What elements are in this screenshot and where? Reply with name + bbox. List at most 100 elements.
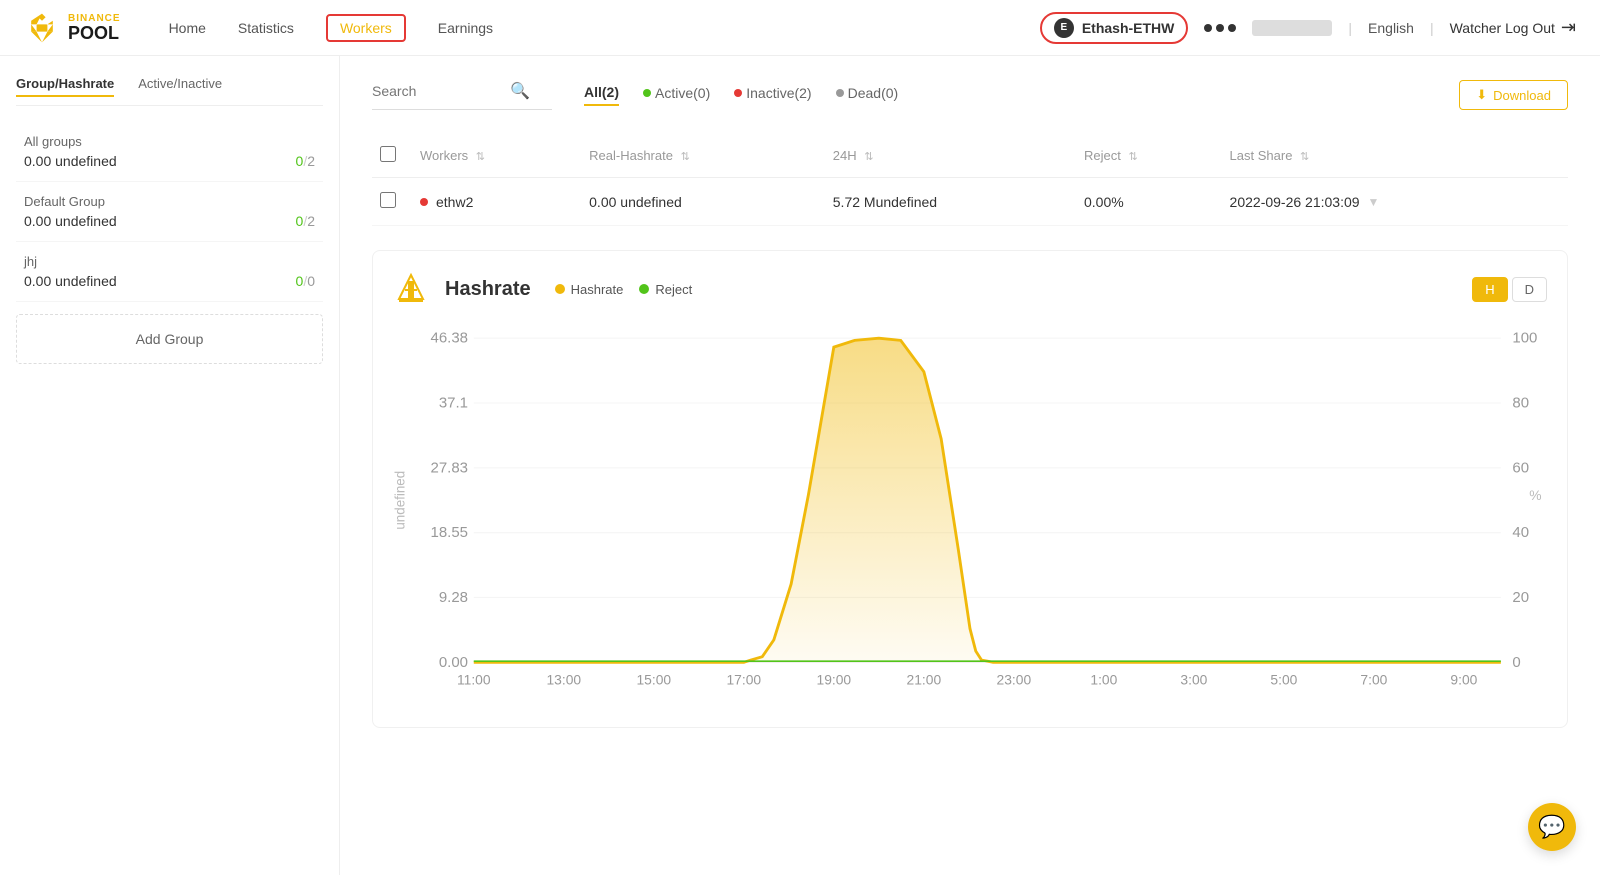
- worker-name-cell: ethw2: [412, 178, 581, 226]
- sidebar-tab-active-inactive[interactable]: Active/Inactive: [138, 76, 222, 97]
- expand-icon[interactable]: ▼: [1368, 195, 1380, 209]
- svg-text:100: 100: [1512, 331, 1537, 347]
- download-label: Download: [1493, 88, 1551, 103]
- coin-selector-icon: E: [1054, 18, 1074, 38]
- sidebar-group-jhj-hashrate: 0.00 undefined: [24, 273, 117, 289]
- svg-text:undefined: undefined: [393, 471, 408, 530]
- last-share-value: 2022-09-26 21:03:09: [1230, 194, 1360, 210]
- nav-links: Home Statistics Workers Earnings: [169, 14, 494, 42]
- legend-reject-label: Reject: [655, 282, 692, 297]
- filter-tab-dead-label: Dead(0): [848, 85, 899, 101]
- logout-icon: ⇥: [1561, 17, 1576, 38]
- filter-tab-dead[interactable]: Dead(0): [836, 84, 899, 106]
- th-real-hashrate: Real-Hashrate ⇅: [581, 134, 825, 178]
- sidebar-group-default-name: Default Group: [24, 194, 315, 209]
- legend-reject-dot: [639, 284, 649, 294]
- nav-workers[interactable]: Workers: [326, 14, 406, 42]
- sidebar-group-all[interactable]: All groups 0.00 undefined 0/2: [16, 122, 323, 182]
- filter-tab-active-label: Active(0): [655, 85, 710, 101]
- sidebar-tabs: Group/Hashrate Active/Inactive: [16, 76, 323, 106]
- select-all-checkbox[interactable]: [380, 146, 396, 162]
- legend-hashrate: Hashrate: [555, 282, 624, 297]
- sidebar-group-jhj[interactable]: jhj 0.00 undefined 0/0: [16, 242, 323, 302]
- nav-statistics[interactable]: Statistics: [238, 20, 294, 36]
- chart-svg: 46.38 37.1 27.83 18.55 9.28 0.00 undefin…: [393, 327, 1547, 707]
- svg-text:13:00: 13:00: [546, 673, 581, 688]
- svg-text:9:00: 9:00: [1450, 673, 1477, 688]
- chart-section-icon: [393, 271, 429, 307]
- row-checkbox-cell: [372, 178, 412, 226]
- sidebar-group-jhj-count: 0/0: [296, 273, 315, 289]
- th-workers: Workers ⇅: [412, 134, 581, 178]
- svg-text:37.1: 37.1: [439, 396, 468, 412]
- chart-title: Hashrate: [445, 278, 531, 301]
- worker-last-share: 2022-09-26 21:03:09 ▼: [1222, 178, 1568, 226]
- svg-text:%: %: [1529, 488, 1541, 503]
- user-menu-icon[interactable]: [1204, 24, 1236, 32]
- chart-section: Hashrate Hashrate Reject H D: [372, 250, 1568, 728]
- worker-24h: 5.72 Mundefined: [825, 178, 1076, 226]
- chart-container: 46.38 37.1 27.83 18.55 9.28 0.00 undefin…: [393, 327, 1547, 707]
- sidebar-group-jhj-name: jhj: [24, 254, 315, 269]
- nav-home[interactable]: Home: [169, 20, 206, 36]
- legend-hashrate-dot: [555, 284, 565, 294]
- svg-text:0.00: 0.00: [439, 655, 468, 671]
- language-selector[interactable]: English: [1368, 20, 1414, 36]
- sidebar-group-all-hashrate: 0.00 undefined: [24, 153, 117, 169]
- dead-dot: [836, 89, 844, 97]
- svg-text:20: 20: [1512, 590, 1529, 606]
- sidebar-group-default-count: 0/2: [296, 213, 315, 229]
- search-box: 🔍: [372, 81, 552, 110]
- th-reject: Reject ⇅: [1076, 134, 1222, 178]
- real-hashrate-sort-icon[interactable]: ⇅: [681, 150, 690, 163]
- legend-reject: Reject: [639, 282, 692, 297]
- period-btn-H[interactable]: H: [1472, 277, 1507, 302]
- th-last-share: Last Share ⇅: [1222, 134, 1568, 178]
- coin-selector-name: Ethash-ETHW: [1082, 20, 1175, 36]
- svg-text:19:00: 19:00: [817, 673, 852, 688]
- coin-selector[interactable]: E Ethash-ETHW: [1040, 12, 1189, 44]
- svg-text:9.28: 9.28: [439, 590, 468, 606]
- filter-tab-active[interactable]: Active(0): [643, 84, 710, 106]
- svg-text:1:00: 1:00: [1090, 673, 1117, 688]
- legend-hashrate-label: Hashrate: [571, 282, 624, 297]
- svg-text:3:00: 3:00: [1180, 673, 1207, 688]
- svg-text:60: 60: [1512, 460, 1529, 476]
- search-icon[interactable]: 🔍: [510, 81, 530, 101]
- filter-tabs: All(2) Active(0) Inactive(2) Dead(0): [584, 84, 898, 106]
- chat-fab-icon: 💬: [1538, 814, 1565, 840]
- table-row: ethw2 0.00 undefined 5.72 Mundefined 0.0…: [372, 178, 1568, 226]
- main-content: 🔍 All(2) Active(0) Inactive(2) Dead(0): [340, 56, 1600, 875]
- reject-sort-icon[interactable]: ⇅: [1128, 150, 1137, 163]
- filter-tab-all[interactable]: All(2): [584, 84, 619, 106]
- th-checkbox: [372, 134, 412, 178]
- svg-text:27.83: 27.83: [431, 460, 469, 476]
- last-share-sort-icon[interactable]: ⇅: [1300, 150, 1309, 163]
- logo-binance-text: BINANCE: [68, 14, 121, 24]
- sidebar-group-all-name: All groups: [24, 134, 315, 149]
- add-group-button[interactable]: Add Group: [16, 314, 323, 364]
- svg-text:23:00: 23:00: [997, 673, 1032, 688]
- 24h-sort-icon[interactable]: ⇅: [864, 150, 873, 163]
- nav-earnings[interactable]: Earnings: [438, 20, 493, 36]
- inactive-dot: [734, 89, 742, 97]
- download-icon: ⬇: [1476, 87, 1487, 103]
- svg-text:11:00: 11:00: [457, 673, 491, 688]
- worker-name[interactable]: ethw2: [436, 194, 473, 210]
- sidebar-tab-group-hashrate[interactable]: Group/Hashrate: [16, 76, 114, 97]
- chat-fab-button[interactable]: 💬: [1528, 803, 1576, 851]
- svg-text:17:00: 17:00: [726, 673, 761, 688]
- logout-button[interactable]: Watcher Log Out ⇥: [1450, 17, 1576, 38]
- sidebar-group-default[interactable]: Default Group 0.00 undefined 0/2: [16, 182, 323, 242]
- filter-tab-inactive[interactable]: Inactive(2): [734, 84, 811, 106]
- logo[interactable]: BINANCE POOL: [24, 10, 121, 46]
- period-btn-D[interactable]: D: [1512, 277, 1547, 302]
- th-24h: 24H ⇅: [825, 134, 1076, 178]
- nav-right: E Ethash-ETHW | English | Watcher Log Ou…: [1040, 12, 1576, 44]
- workers-sort-icon[interactable]: ⇅: [476, 150, 485, 163]
- download-button[interactable]: ⬇ Download: [1459, 80, 1568, 110]
- row-checkbox[interactable]: [380, 192, 396, 208]
- search-input[interactable]: [372, 83, 502, 99]
- logo-pool-text: POOL: [68, 24, 121, 42]
- sidebar-group-all-count: 0/2: [296, 153, 315, 169]
